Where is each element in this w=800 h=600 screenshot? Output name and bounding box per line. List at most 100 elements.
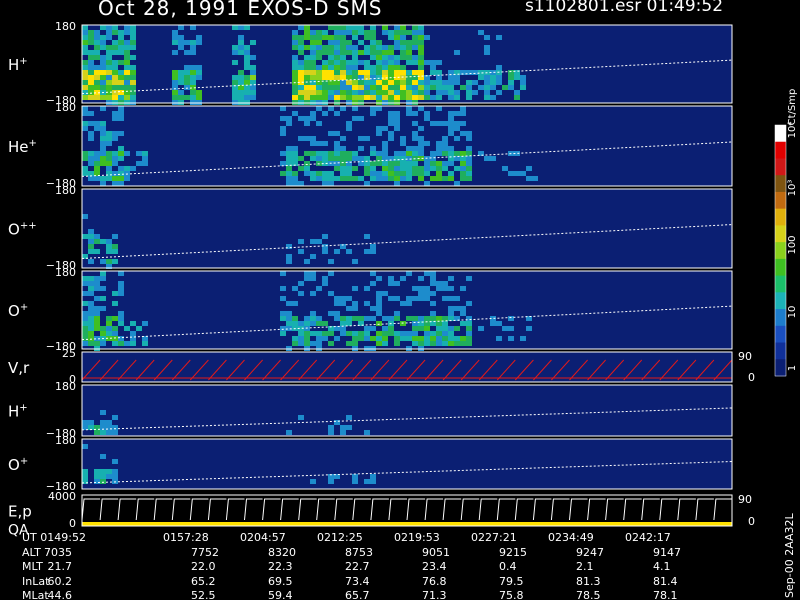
spectrogram-cell <box>328 156 334 161</box>
spectrogram-cell <box>376 75 382 80</box>
spectrogram-cell <box>370 85 376 90</box>
panel-background <box>82 439 732 489</box>
spectrogram-cell <box>310 156 316 161</box>
spectrogram-cell <box>382 171 388 176</box>
spectrogram-cell <box>118 151 124 156</box>
spectrogram-cell <box>340 176 346 181</box>
spectrogram-cell <box>94 45 100 50</box>
spectrogram-cell <box>328 151 334 156</box>
spectrogram-cell <box>310 45 316 50</box>
spectrogram-cell <box>322 244 328 249</box>
spectrogram-cell <box>100 341 106 346</box>
spectrogram-cell <box>310 30 316 35</box>
spectrogram-cell <box>346 25 352 30</box>
spectrogram-cell <box>394 65 400 70</box>
spectrogram-cell <box>370 90 376 95</box>
spectrogram-cell <box>292 40 298 45</box>
spectrogram-cell <box>328 25 334 30</box>
spectrogram-cell <box>82 214 88 219</box>
spectrogram-cell <box>322 151 328 156</box>
spectrogram-cell <box>436 161 442 166</box>
spectrogram-cell <box>340 171 346 176</box>
spectrogram-cell <box>406 111 412 116</box>
spectrogram-cell <box>454 90 460 95</box>
spectrogram-cell <box>454 181 460 186</box>
spectrogram-cell <box>298 40 304 45</box>
spectrogram-cell <box>94 70 100 75</box>
spectrogram-cell <box>298 336 304 341</box>
spectrogram-cell <box>406 50 412 55</box>
spectrogram-cell <box>100 40 106 45</box>
spectrogram-cell <box>316 321 322 326</box>
spectrogram-cell <box>406 75 412 80</box>
spectrogram-cell <box>328 331 334 336</box>
spectrogram-cell <box>364 90 370 95</box>
spectrogram-cell <box>460 151 466 156</box>
spectrogram-cell <box>304 166 310 171</box>
spectrogram-cell <box>172 70 178 75</box>
spectrogram-cell <box>88 306 94 311</box>
spectrogram-cell <box>364 156 370 161</box>
spectrogram-cell <box>88 50 94 55</box>
spectrogram-cell <box>106 45 112 50</box>
spectrogram-cell <box>100 454 106 459</box>
spectrogram-cell <box>292 181 298 186</box>
spectrogram-cell <box>460 311 466 316</box>
spectrogram-cell <box>100 331 106 336</box>
spectrogram-cell <box>346 70 352 75</box>
spectrogram-cell <box>322 249 328 254</box>
spectrogram-cell <box>466 161 472 166</box>
spectrogram-cell <box>196 90 202 95</box>
spectrogram-cell <box>412 336 418 341</box>
spectrogram-cell <box>316 95 322 100</box>
spectrogram-cell <box>238 75 244 80</box>
spectrogram-cell <box>298 249 304 254</box>
spectrogram-cell <box>364 60 370 65</box>
spectrogram-cell <box>124 166 130 171</box>
spectrogram-cell <box>328 311 334 316</box>
spectrogram-cell <box>112 80 118 85</box>
spectrogram-cell <box>394 40 400 45</box>
right-tick-label: 90 <box>738 493 752 506</box>
spectrogram-cell <box>130 30 136 35</box>
spectrogram-cell <box>118 181 124 186</box>
panel-hp2 <box>81 384 733 437</box>
spectrogram-cell <box>352 45 358 50</box>
spectrogram-cell <box>454 166 460 171</box>
colorbar-segment <box>775 175 786 193</box>
spectrogram-cell <box>322 30 328 35</box>
spectrogram-cell <box>346 296 352 301</box>
spectrogram-cell <box>394 35 400 40</box>
spectrogram-cell <box>370 45 376 50</box>
spectrogram-cell <box>100 121 106 126</box>
spectrogram-cell <box>304 161 310 166</box>
spectrogram-cell <box>304 151 310 156</box>
spectrogram-cell <box>88 161 94 166</box>
spectrogram-cell <box>412 85 418 90</box>
spectrogram-cell <box>280 326 286 331</box>
spectrogram-cell <box>124 25 130 30</box>
spectrogram-cell <box>280 316 286 321</box>
spectrogram-cell <box>118 95 124 100</box>
spectrogram-cell <box>358 95 364 100</box>
spectrogram-cell <box>460 131 466 136</box>
spectrogram-cell <box>394 331 400 336</box>
spectrogram-cell <box>388 30 394 35</box>
spectrogram-cell <box>82 321 88 326</box>
spectrogram-cell <box>112 60 118 65</box>
spectrogram-cell <box>118 146 124 151</box>
spectrogram-cell <box>346 65 352 70</box>
spectrogram-cell <box>334 70 340 75</box>
spectrogram-cell <box>118 316 124 321</box>
spectrogram-cell <box>130 331 136 336</box>
spectrogram-cell <box>418 326 424 331</box>
spectrogram-cell <box>412 286 418 291</box>
spectrogram-cell <box>328 131 334 136</box>
spectrogram-cell <box>460 121 466 126</box>
spectrogram-cell <box>364 181 370 186</box>
spectrogram-cell <box>442 286 448 291</box>
panel-label: V,r <box>8 359 30 377</box>
spectrogram-cell <box>118 75 124 80</box>
spectrogram-cell <box>466 341 472 346</box>
spectrogram-cell <box>292 156 298 161</box>
